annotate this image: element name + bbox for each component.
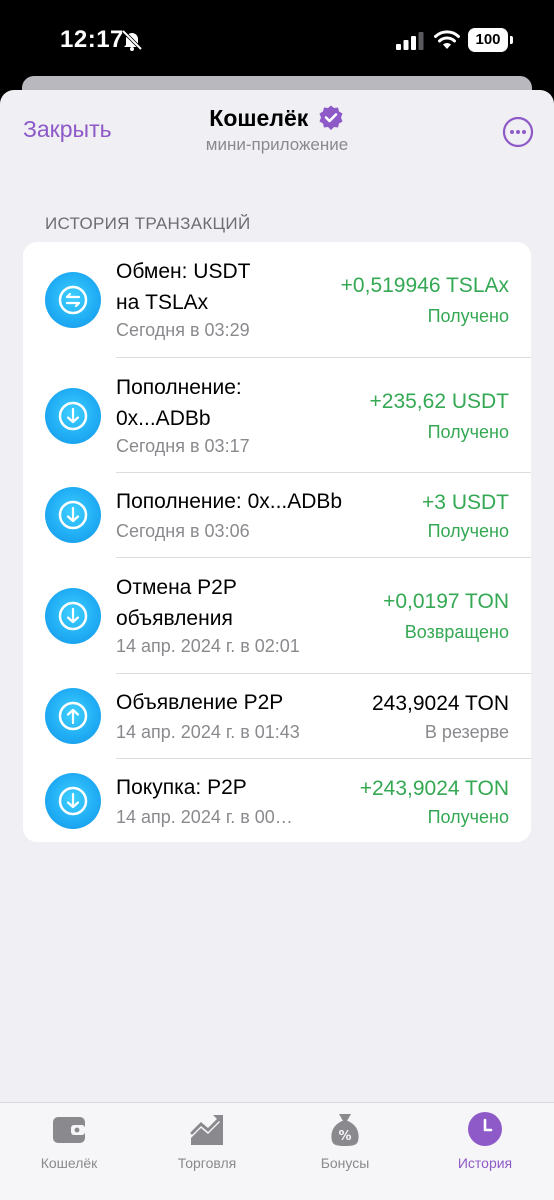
tab-trading[interactable]: Торговля bbox=[138, 1103, 276, 1200]
transaction-row[interactable]: Обмен: USDT на TSLAx Сегодня в 03:29 +0,… bbox=[23, 242, 531, 358]
transaction-amount: +243,9024 TON bbox=[359, 777, 509, 800]
transaction-status: Получено bbox=[427, 306, 509, 326]
trading-chart-icon bbox=[190, 1115, 223, 1145]
tab-label: История bbox=[457, 1155, 513, 1171]
transaction-title: Покупка: P2P bbox=[116, 776, 247, 799]
arrow-up-icon bbox=[45, 688, 101, 744]
transaction-status: Получено bbox=[427, 521, 509, 541]
status-time: 12:17 bbox=[60, 26, 124, 53]
transaction-status: Получено bbox=[427, 422, 509, 442]
transaction-title: Обмен: USDT bbox=[116, 260, 251, 283]
transaction-amount: +3 USDT bbox=[422, 491, 509, 514]
cellular-signal-icon bbox=[396, 32, 424, 50]
bonus-bag-icon: % bbox=[331, 1114, 359, 1146]
arrow-down-icon bbox=[45, 487, 101, 543]
battery-indicator: 100 bbox=[468, 28, 508, 52]
transaction-title-line2: объявления bbox=[116, 607, 233, 630]
transaction-status: Получено bbox=[427, 807, 509, 827]
page-title: Кошелёк bbox=[209, 104, 309, 131]
transaction-date: Сегодня в 03:29 bbox=[116, 320, 250, 340]
swap-icon bbox=[45, 272, 101, 328]
history-clock-icon bbox=[468, 1112, 502, 1146]
tab-history[interactable]: История bbox=[416, 1103, 554, 1200]
wallet-icon bbox=[53, 1117, 85, 1143]
svg-text:%: % bbox=[338, 1129, 351, 1144]
wifi-icon bbox=[434, 30, 460, 49]
transaction-row[interactable]: Отмена P2P объявления 14 апр. 2024 г. в … bbox=[23, 558, 531, 674]
transaction-date: Сегодня в 03:17 bbox=[116, 436, 250, 456]
section-title: ИСТОРИЯ ТРАНЗАКЦИЙ bbox=[45, 214, 251, 233]
transaction-date: 14 апр. 2024 г. в 02:01 bbox=[116, 636, 300, 656]
transaction-date: 14 апр. 2024 г. в 01:43 bbox=[116, 722, 300, 742]
status-bar: 12:17 100 bbox=[0, 0, 554, 80]
header-title-group: Кошелёк bbox=[0, 104, 554, 132]
transaction-date: Сегодня в 03:06 bbox=[116, 521, 250, 541]
more-options-icon[interactable] bbox=[502, 116, 534, 148]
transaction-row[interactable]: Объявление P2P 14 апр. 2024 г. в 01:43 2… bbox=[23, 674, 531, 759]
transaction-date: 14 апр. 2024 г. в 00… bbox=[116, 807, 293, 827]
transaction-status: Возвращено bbox=[404, 622, 509, 642]
arrow-down-icon bbox=[45, 773, 101, 829]
transaction-title: Объявление P2P bbox=[116, 691, 284, 714]
mini-app-sheet: Закрыть Кошелёк мини-приложение ИСТОРИЯ … bbox=[0, 90, 554, 1200]
transaction-title: Пополнение: bbox=[116, 376, 242, 399]
transaction-row[interactable]: Покупка: P2P 14 апр. 2024 г. в 00… +243,… bbox=[23, 759, 531, 842]
tab-label: Бонусы bbox=[320, 1155, 370, 1171]
transaction-row[interactable]: Пополнение: 0x...ADBb Сегодня в 03:06 +3… bbox=[23, 473, 531, 558]
page-subtitle: мини-приложение bbox=[205, 135, 349, 154]
transaction-amount: +0,519946 TSLAx bbox=[340, 274, 509, 297]
transaction-list: Обмен: USDT на TSLAx Сегодня в 03:29 +0,… bbox=[23, 242, 531, 842]
arrow-down-icon bbox=[45, 388, 101, 444]
transaction-row[interactable]: Пополнение: 0x...ADBb Сегодня в 03:17 +2… bbox=[23, 358, 531, 473]
bottom-tab-bar: Кошелёк Торговля % Бонусы История bbox=[0, 1102, 554, 1200]
tab-label: Торговля bbox=[177, 1155, 237, 1171]
tab-bonuses[interactable]: % Бонусы bbox=[276, 1103, 414, 1200]
transaction-title: Пополнение: 0x...ADBb bbox=[116, 490, 343, 513]
transaction-title-line2: 0x...ADBb bbox=[116, 407, 211, 430]
transaction-amount: +0,0197 TON bbox=[383, 590, 509, 613]
tab-wallet[interactable]: Кошелёк bbox=[0, 1103, 138, 1200]
battery-nub bbox=[510, 36, 513, 44]
transaction-title-line2: на TSLAx bbox=[116, 291, 209, 314]
arrow-down-icon bbox=[45, 588, 101, 644]
transaction-amount: 243,9024 TON bbox=[372, 692, 509, 715]
transaction-status: В резерве bbox=[424, 722, 509, 742]
bell-muted-icon bbox=[121, 29, 143, 51]
transaction-title: Отмена P2P bbox=[116, 576, 237, 599]
verified-badge-icon bbox=[319, 105, 343, 130]
transaction-amount: +235,62 USDT bbox=[369, 390, 510, 413]
tab-label: Кошелёк bbox=[40, 1155, 98, 1171]
